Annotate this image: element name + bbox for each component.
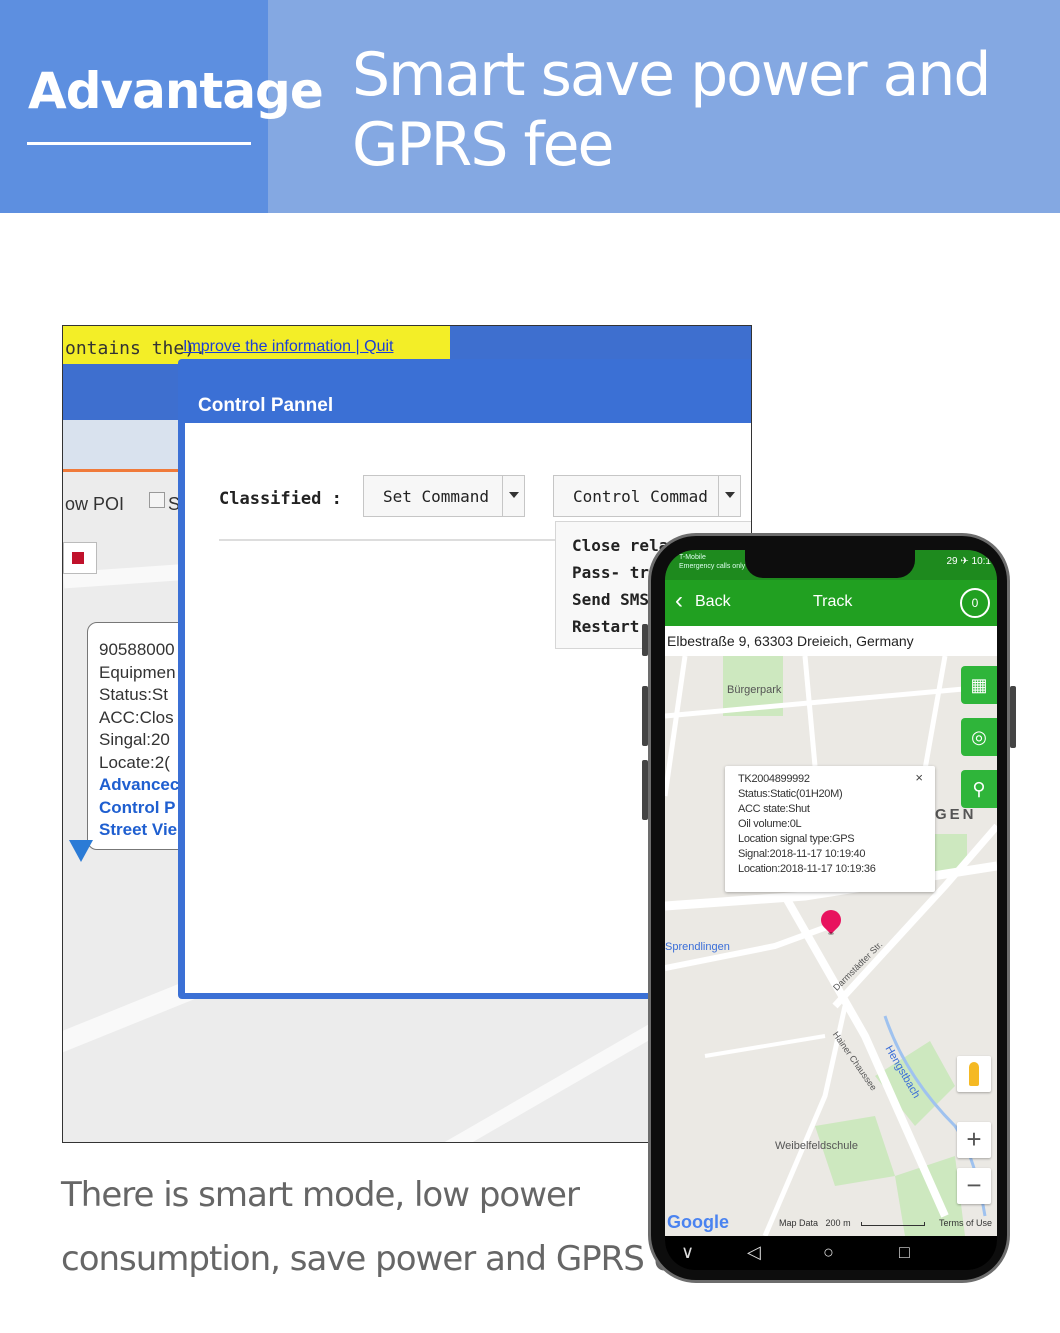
divider [219,539,559,541]
nav-collapse-icon[interactable]: ∨ [681,1242,694,1263]
carrier-sub: Emergency calls only [679,563,746,570]
info-line: Status:Static(01H20M) [738,788,843,800]
info-line: Oil volume:0L [738,818,802,830]
stop-icon [72,552,84,564]
dialog-title: Control Pannel [198,395,334,416]
phone-screen: T-Mobile Emergency calls only 29 ✈ 10:1 … [665,550,997,1270]
chevron-down-icon[interactable] [718,476,740,516]
map-view[interactable]: Bürgerpark Sprendlingen Weibelfeldschule… [665,656,997,1236]
road [665,683,997,719]
map-layers-button[interactable]: ▦ [961,666,997,704]
map-data-label: Map Data 200 m [779,1218,851,1228]
carrier-name: T-Mobile [679,554,706,561]
zoom-out-button[interactable]: − [957,1168,991,1204]
google-logo: Google [667,1212,729,1232]
address-bar: Elbestraße 9, 63303 Dreieich, Germany [665,626,997,656]
map-label: Weibelfeldschule [775,1140,858,1152]
info-line: ACC state:Shut [738,803,810,815]
map-label: GEN [935,806,977,823]
caption-line: consumption, save power and GPRS cost [61,1239,721,1279]
close-icon[interactable]: × [915,770,923,785]
power-button [1010,686,1016,748]
poi-checkbox[interactable] [149,492,165,508]
notice-link[interactable]: Improve the information | Quit [183,338,393,356]
volume-button [642,624,648,656]
terms-link[interactable]: Terms of Use [939,1218,992,1228]
info-line: TK2004899992 [738,773,810,785]
locate-button[interactable]: ◎ [961,718,997,756]
banner-headline: Smart save power and GPRS fee [352,40,992,180]
map-label: Sprendlingen [665,941,730,953]
caption: There is smart mode, low power consumpti… [61,1163,721,1291]
screen-title: Track [813,593,853,610]
info-line: Location signal type:GPS [738,833,855,845]
road [665,656,688,797]
app-bar: ‹ Back Track 0 [665,580,997,626]
stop-button[interactable] [63,542,97,574]
street-view-pegman-icon[interactable] [957,1056,991,1092]
zoom-in-button[interactable]: + [957,1122,991,1158]
classified-label: Classified : [219,489,342,509]
control-command-select[interactable]: Control Commad [553,475,741,517]
back-chevron-icon[interactable]: ‹ [675,589,683,613]
nav-recent-icon[interactable]: □ [899,1242,910,1263]
volume-button [642,686,648,746]
person-location-button[interactable]: ⚲ [961,770,997,808]
nav-back-icon[interactable]: ◁ [747,1242,761,1263]
road [704,1034,826,1058]
status-bar: T-Mobile Emergency calls only 29 ✈ 10:1 [665,550,997,580]
command-type-select[interactable]: Set Command [363,475,525,517]
scale-bar [861,1222,925,1226]
pin-shadow [828,932,834,935]
android-nav-bar: ∨ ◁ ○ □ [665,1236,997,1270]
notch [745,550,915,578]
banner-tag-panel: Advantage [0,0,324,213]
device-info-window: × TK2004899992 Status:Static(01H20M) ACC… [725,766,935,892]
info-line: Signal:2018-11-17 10:19:40 [738,848,866,860]
status-icons: 29 ✈ 10:1 [946,556,991,567]
caption-line: There is smart mode, low power [61,1175,580,1215]
show-poi-label: ow POI [65,494,125,514]
carrier-info: T-Mobile Emergency calls only [679,553,745,571]
smartphone: T-Mobile Emergency calls only 29 ✈ 10:1 … [642,533,1016,1283]
banner: Advantage Smart save power and GPRS fee [0,0,1060,213]
banner-tag: Advantage [28,62,324,120]
command-type-value: Set Command [383,487,489,506]
info-line: Location:2018-11-17 10:19:36 [738,863,876,875]
volume-button [642,760,648,820]
road [802,656,818,767]
chevron-down-icon[interactable] [502,476,524,516]
map-marker-icon[interactable] [69,840,93,862]
map-label: Bürgerpark [727,684,782,696]
nav-home-icon[interactable]: ○ [823,1242,834,1263]
back-button[interactable]: Back [695,593,731,611]
banner-tag-underline [27,142,251,145]
refresh-icon[interactable]: 0 [960,588,990,618]
control-command-value: Control Commad [573,487,708,506]
